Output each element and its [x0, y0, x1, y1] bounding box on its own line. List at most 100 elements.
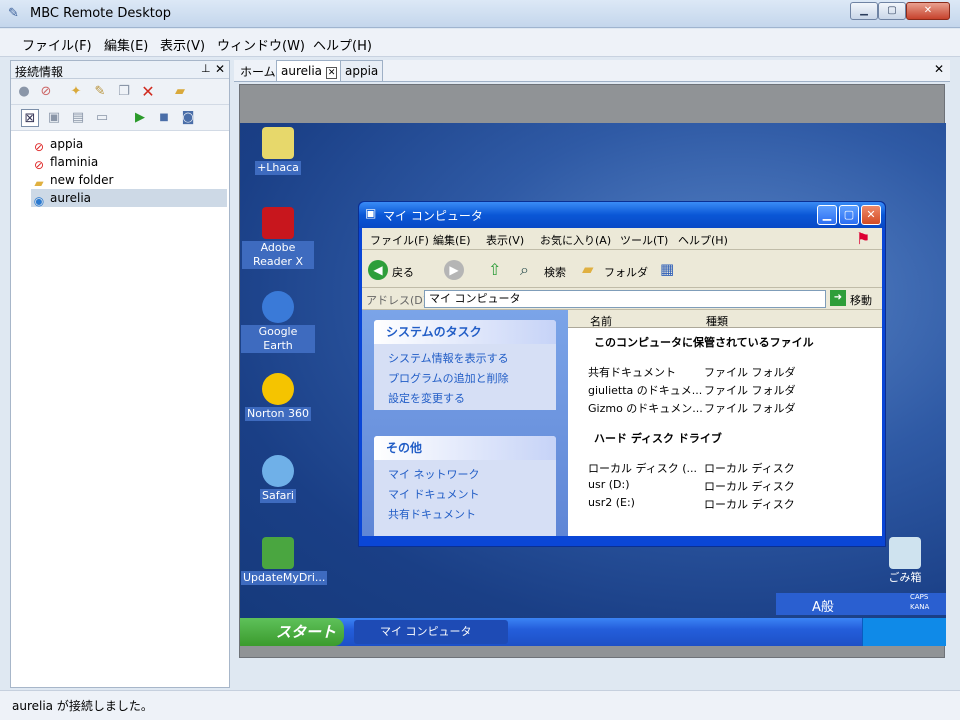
- panel-title: 接続情報: [15, 65, 64, 79]
- connection-panel: 接続情報 ⊥ ✕ ● ⊘ ✦ ✎ ❐ ✕ ▰ ⊠ ▣ ▤ ▭ ▶ ■ ◙ ⊘ ap…: [10, 60, 230, 688]
- delete-icon[interactable]: ✕: [139, 83, 157, 101]
- desktop-icon-norton[interactable]: Norton 360: [241, 373, 315, 421]
- task-link-shared-documents[interactable]: 共有ドキュメント: [388, 506, 476, 522]
- back-button[interactable]: 戻る: [392, 264, 414, 280]
- tree-item-appia[interactable]: ⊘ appia: [31, 135, 227, 154]
- tab-appia[interactable]: appia: [340, 60, 384, 81]
- search-button[interactable]: 検索: [544, 264, 566, 280]
- new-folder-icon[interactable]: ▰: [171, 83, 189, 101]
- xp-maximize-button[interactable]: ▢: [839, 205, 859, 225]
- tree-item-new-folder[interactable]: ▰ new folder: [31, 171, 227, 190]
- tab-home[interactable]: ホーム: [240, 63, 276, 80]
- desktop-icon-adobe-reader[interactable]: Adobe Reader X: [241, 207, 315, 269]
- xp-window-title: マイ コンピュータ: [383, 209, 483, 223]
- system-tasks-panel: システムのタスク システム情報を表示する プログラムの追加と削除 設定を変更する: [374, 320, 556, 410]
- list-item[interactable]: usr (D:): [588, 478, 629, 491]
- app-icon: ✎: [8, 6, 19, 21]
- panel-close-icon[interactable]: ✕: [215, 62, 225, 76]
- go-icon[interactable]: ➜: [830, 290, 846, 306]
- task-link-network[interactable]: マイ ネットワーク: [388, 466, 480, 482]
- tree-item-flaminia[interactable]: ⊘ flaminia: [31, 153, 227, 172]
- system-tasks-title[interactable]: システムのタスク: [374, 320, 556, 344]
- list-item[interactable]: usr2 (E:): [588, 496, 635, 509]
- views-icon[interactable]: ▦: [660, 260, 674, 278]
- minimize-button[interactable]: ▁: [850, 2, 878, 20]
- xp-menu-tools[interactable]: ツール(T): [620, 232, 668, 248]
- view-icon[interactable]: ▣: [45, 109, 63, 127]
- xp-menu-file[interactable]: ファイル(F): [370, 232, 429, 248]
- other-places-title[interactable]: その他: [374, 436, 556, 460]
- search-icon[interactable]: ⌕: [520, 260, 529, 280]
- xp-task-pane: システムのタスク システム情報を表示する プログラムの追加と削除 設定を変更する…: [362, 310, 568, 536]
- folder-icon[interactable]: ▰: [582, 260, 594, 278]
- task-link-settings[interactable]: 設定を変更する: [388, 390, 465, 406]
- start-button[interactable]: スタート: [240, 618, 344, 646]
- menu-window[interactable]: ウィンドウ(W): [217, 35, 305, 54]
- task-link-system-info[interactable]: システム情報を表示する: [388, 350, 509, 366]
- desktop-icon-lhaca[interactable]: +Lhaca: [241, 127, 315, 175]
- maximize-button[interactable]: ▢: [878, 2, 906, 20]
- new-icon[interactable]: ✦: [67, 83, 85, 101]
- tab-aurelia[interactable]: aurelia ✕: [276, 60, 343, 81]
- xp-menu-favorites[interactable]: お気に入り(A): [540, 232, 611, 248]
- forward-icon[interactable]: ▶: [444, 260, 464, 280]
- stop-icon[interactable]: ■: [155, 109, 173, 127]
- update-icon: [262, 537, 294, 569]
- refresh-icon[interactable]: ◙: [179, 109, 197, 127]
- pdf-icon: [262, 207, 294, 239]
- column-name[interactable]: 名前: [590, 313, 612, 329]
- address-input[interactable]: マイ コンピュータ: [424, 290, 826, 308]
- desktop-icon-google-earth[interactable]: Google Earth: [241, 291, 315, 353]
- folders-button[interactable]: フォルダ: [604, 264, 648, 280]
- close-button[interactable]: ✕: [906, 2, 950, 20]
- list-item[interactable]: 共有ドキュメント: [588, 364, 676, 380]
- remote-screen[interactable]: +Lhaca Adobe Reader X Google Earth Norto…: [239, 84, 946, 658]
- group-files: このコンピュータに保管されているファイル: [594, 336, 814, 349]
- xp-menu-help[interactable]: ヘルプ(H): [678, 232, 728, 248]
- xp-taskbar: スタート マイ コンピュータ: [240, 618, 946, 646]
- copy-icon[interactable]: ❐: [115, 83, 133, 101]
- xp-close-button[interactable]: ✕: [861, 205, 881, 225]
- list-item[interactable]: Gizmo のドキュメン...: [588, 400, 703, 416]
- play-icon[interactable]: ▶: [131, 109, 149, 127]
- back-icon[interactable]: ◀: [368, 260, 388, 280]
- pin-icon[interactable]: ⊥: [201, 62, 211, 75]
- windows-flag-icon: ⚑: [856, 229, 871, 248]
- app-titlebar: ✎ MBC Remote Desktop ▁ ▢ ✕: [0, 0, 960, 28]
- xp-titlebar: ▣ マイ コンピュータ ▁ ▢ ✕: [359, 202, 885, 228]
- go-button[interactable]: 移動: [850, 292, 872, 308]
- remote-desktop[interactable]: +Lhaca Adobe Reader X Google Earth Norto…: [240, 123, 946, 618]
- taskbar-button-my-computer[interactable]: マイ コンピュータ: [354, 620, 508, 644]
- list-item[interactable]: giulietta のドキュメ...: [588, 382, 702, 398]
- column-type[interactable]: 種類: [706, 313, 728, 329]
- caps-indicator: CAPS: [910, 593, 929, 601]
- connect-icon[interactable]: ●: [15, 83, 33, 101]
- xp-minimize-button[interactable]: ▁: [817, 205, 837, 225]
- task-link-my-documents[interactable]: マイ ドキュメント: [388, 486, 480, 502]
- ime-mode[interactable]: A般: [812, 596, 834, 615]
- tree-item-aurelia[interactable]: ◉ aurelia: [31, 189, 227, 208]
- desktop-icon-safari[interactable]: Safari: [241, 455, 315, 503]
- menu-view[interactable]: 表示(V): [160, 35, 205, 54]
- language-bar[interactable]: A般 CAPS KANA: [776, 593, 946, 615]
- xp-menu-edit[interactable]: 編集(E): [433, 232, 471, 248]
- desktop-icon-updatemydrivers[interactable]: UpdateMyDri...: [241, 537, 328, 585]
- window-icon[interactable]: ▭: [93, 109, 111, 127]
- monitor-icon[interactable]: ▤: [69, 109, 87, 127]
- panel-toolbar-1: ● ⊘ ✦ ✎ ❐ ✕ ▰: [11, 79, 229, 105]
- compass-icon: [262, 455, 294, 487]
- disconnect-icon[interactable]: ⊘: [37, 83, 55, 101]
- fullscreen-icon[interactable]: ⊠: [21, 109, 39, 127]
- group-drives: ハード ディスク ドライブ: [594, 432, 722, 445]
- edit-icon[interactable]: ✎: [91, 83, 109, 101]
- menu-file[interactable]: ファイル(F): [22, 35, 92, 54]
- list-item[interactable]: ローカル ディスク (...: [588, 460, 697, 476]
- xp-menu-view[interactable]: 表示(V): [486, 232, 524, 248]
- tabs-close-icon[interactable]: ✕: [934, 62, 944, 76]
- up-icon[interactable]: ⇧: [488, 260, 501, 279]
- computer-icon: ▣: [365, 206, 377, 220]
- menu-edit[interactable]: 編集(E): [104, 35, 148, 54]
- tab-close-icon[interactable]: ✕: [325, 67, 338, 79]
- menu-help[interactable]: ヘルプ(H): [313, 35, 372, 54]
- task-link-add-remove[interactable]: プログラムの追加と削除: [388, 370, 509, 386]
